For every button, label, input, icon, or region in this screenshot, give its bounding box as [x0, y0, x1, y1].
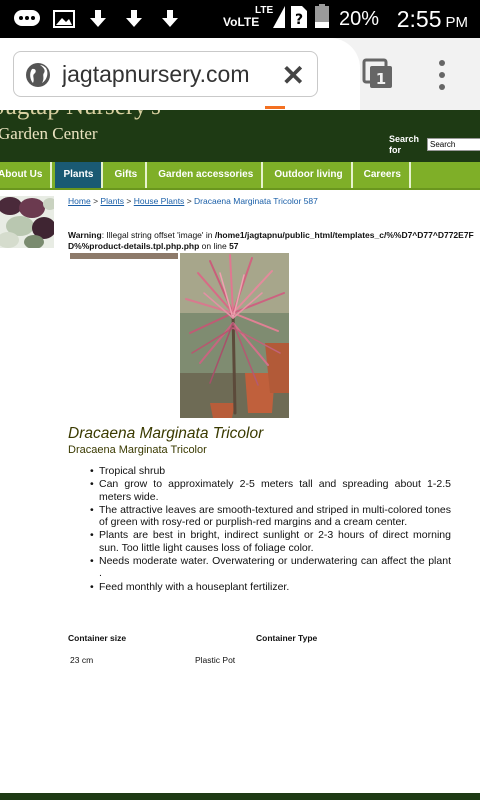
- signal-icon: [272, 6, 286, 28]
- product-image[interactable]: [180, 253, 289, 418]
- breadcrumb-current: Dracaena Marginata Tricolor 587: [194, 196, 318, 206]
- address-bar[interactable]: jagtapnursery.com ✕: [13, 51, 318, 97]
- overflow-menu-icon[interactable]: [437, 60, 447, 90]
- clock-ampm: PM: [445, 14, 469, 31]
- download-icon: [122, 8, 146, 30]
- container-type-label: Container Type: [256, 633, 318, 643]
- chat-bubble-icon: [12, 8, 42, 30]
- sidebar-plant-image[interactable]: [0, 196, 54, 248]
- product-subtitle: Dracaena Marginata Tricolor: [68, 444, 207, 456]
- warning-text-line: on line: [199, 241, 230, 251]
- feature-item: Plants are best in bright, indirect sunl…: [90, 529, 451, 554]
- container-size-value: 23 cm: [70, 655, 94, 665]
- svg-text:?: ?: [295, 12, 303, 28]
- breadcrumb-separator: >: [126, 196, 132, 206]
- feature-item: Needs moderate water. Overwatering or un…: [90, 555, 451, 580]
- site-subtitle: Garden Center: [0, 124, 98, 143]
- warning-line-number: 57: [229, 241, 239, 251]
- php-warning: Warning: Illegal string offset 'image' i…: [68, 230, 480, 252]
- no-sim-icon: ?: [290, 6, 308, 28]
- lte-label: LTE: [255, 5, 274, 16]
- nav-outdoor-living[interactable]: Outdoor living: [266, 162, 353, 188]
- breadcrumb-plants[interactable]: Plants: [100, 196, 124, 206]
- gallery-strip: [70, 253, 178, 259]
- clear-url-icon[interactable]: ✕: [282, 59, 305, 92]
- nav-label: About Us: [0, 169, 43, 180]
- url-text[interactable]: jagtapnursery.com: [62, 61, 267, 88]
- breadcrumb: Home > Plants > House Plants > Dracaena …: [68, 196, 318, 206]
- breadcrumb-house-plants[interactable]: House Plants: [134, 196, 185, 206]
- tabs-icon: 1: [362, 58, 392, 88]
- breadcrumb-separator: >: [186, 196, 192, 206]
- nav-garden-accessories[interactable]: Garden accessories: [150, 162, 264, 188]
- feature-item: Can grow to approximately 2-5 meters tal…: [90, 478, 451, 503]
- breadcrumb-home[interactable]: Home: [68, 196, 91, 206]
- network-label: VoLTE: [223, 15, 260, 29]
- search-input[interactable]: [427, 138, 480, 151]
- image-icon: [52, 8, 76, 30]
- tab-count: 1: [376, 70, 386, 88]
- feature-item: The attractive leaves are smooth-texture…: [90, 504, 451, 529]
- download-icon: [86, 8, 110, 30]
- tab-switcher-button[interactable]: 1: [362, 58, 392, 88]
- clock-time: 2:55: [396, 6, 442, 32]
- battery-icon: [314, 4, 330, 28]
- globe-icon: [24, 61, 52, 94]
- container-size-label: Container size: [68, 633, 127, 643]
- download-icon: [158, 8, 182, 30]
- battery-percent: 20%: [339, 8, 380, 30]
- nav-gifts[interactable]: Gifts: [106, 162, 148, 188]
- nav-about-us[interactable]: About Us: [0, 162, 53, 188]
- warning-label: Warning: [68, 230, 102, 240]
- product-features: Tropical shrub Can grow to approximately…: [68, 465, 451, 594]
- page-load-progress: [265, 106, 285, 109]
- product-title: Dracaena Marginata Tricolor: [68, 425, 264, 442]
- clock: 2:55 PM: [397, 6, 468, 33]
- feature-item: Feed monthly with a houseplant fertilize…: [90, 581, 451, 594]
- site-header: Jagtap Nursery's Garden Center Search fo…: [0, 110, 480, 162]
- container-type-value: Plastic Pot: [195, 655, 236, 665]
- feature-item: Tropical shrub: [90, 465, 451, 478]
- nav-divider: [0, 188, 480, 190]
- warning-text: : Illegal string offset 'image' in: [101, 230, 215, 240]
- nav-plants[interactable]: Plants: [55, 162, 104, 188]
- nav-careers[interactable]: Careers: [355, 162, 411, 188]
- status-bar: VoLTE LTE ? 20% 2:55 PM: [0, 0, 480, 38]
- breadcrumb-separator: >: [93, 196, 99, 206]
- site-footer: [0, 793, 480, 800]
- site-brand[interactable]: Jagtap Nursery's: [0, 110, 161, 121]
- search-label: Search for: [389, 134, 420, 155]
- main-nav: About Us Plants Gifts Garden accessories…: [0, 162, 480, 188]
